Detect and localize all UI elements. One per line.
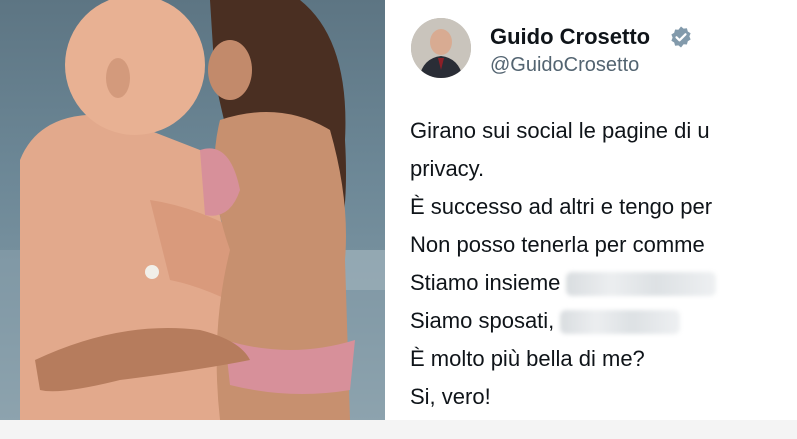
- news-photo: [0, 0, 385, 420]
- tweet-line: Si, vero!: [410, 384, 491, 409]
- verified-badge-icon: [671, 26, 691, 48]
- tweet-line: È successo ad altri e tengo per: [410, 194, 713, 219]
- bottom-divider: [0, 420, 797, 439]
- tweet-line: privacy.: [410, 156, 485, 181]
- redacted-text: [560, 310, 681, 335]
- photo-image: [0, 0, 385, 420]
- avatar[interactable]: [411, 18, 471, 78]
- user-handle[interactable]: @GuidoCrosetto: [490, 54, 639, 77]
- tweet-line: È molto più bella di me?: [410, 346, 645, 371]
- display-name[interactable]: Guido Crosetto: [490, 24, 650, 50]
- redacted-text: [566, 272, 717, 297]
- tweet-card: Guido Crosetto @GuidoCrosetto Girano sui…: [385, 0, 797, 420]
- tweet-line: Non posso tenerla per comme: [410, 232, 705, 257]
- tweet-line: Girano sui social le pagine di u: [410, 118, 710, 143]
- avatar-image: [411, 18, 471, 78]
- tweet-text: Girano sui social le pagine di u privacy…: [410, 112, 797, 416]
- tweet-line: Siamo sposati,: [410, 302, 797, 340]
- tweet-line: Stiamo insieme: [410, 264, 797, 302]
